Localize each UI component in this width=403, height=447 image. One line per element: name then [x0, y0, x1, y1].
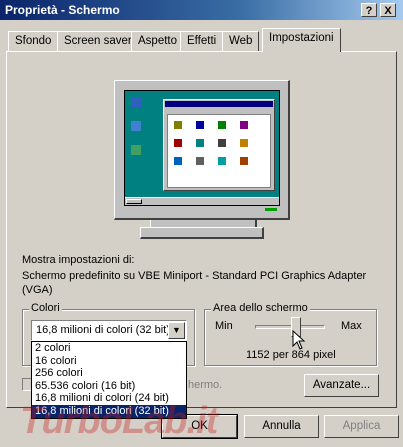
tab-impostazioni[interactable]: Impostazioni — [262, 28, 341, 52]
resolution-text: 1152 per 864 pixel — [246, 349, 336, 361]
help-button[interactable]: ? — [361, 3, 377, 17]
monitor-neck — [150, 219, 257, 227]
extend-desktop-label: hermo. — [188, 379, 223, 391]
folder-icon — [196, 121, 204, 129]
computer-icon — [131, 97, 141, 107]
color-option[interactable]: 16 colori — [32, 355, 186, 368]
folder-icon — [218, 121, 226, 129]
tab-sfondo[interactable]: Sfondo — [8, 31, 59, 51]
slider-min-label: Min — [215, 320, 233, 332]
preview-window-content — [167, 114, 271, 188]
apply-button[interactable]: Applica — [324, 415, 399, 438]
slider-max-label: Max — [341, 320, 362, 332]
display-device-suffix: (VGA) — [22, 284, 53, 296]
resolution-slider-track[interactable] — [255, 325, 325, 329]
screen-area-group-label: Area dello schermo — [211, 302, 310, 314]
chevron-down-icon[interactable]: ▼ — [168, 322, 185, 339]
advanced-button-label: Avanzate... — [312, 379, 371, 391]
close-button[interactable]: X — [380, 3, 396, 17]
colors-selected-value: 16,8 milioni di colori (32 bit) — [36, 324, 170, 336]
folder-icon — [196, 157, 204, 165]
folder-icon — [196, 139, 204, 147]
color-option[interactable]: 65.536 colori (16 bit) — [32, 380, 186, 393]
watermark-logo: TurboLab.it — [20, 400, 218, 442]
preview-window-titlebar — [165, 101, 273, 107]
preview-window — [163, 99, 275, 191]
folder-icon — [174, 157, 182, 165]
colors-group-label: Colori — [29, 302, 62, 314]
network-icon — [131, 121, 141, 131]
folder-icon — [218, 139, 226, 147]
folder-icon — [174, 121, 182, 129]
tab-aspetto[interactable]: Aspetto — [131, 31, 184, 51]
desktop-preview-screen — [124, 90, 280, 206]
preview-taskbar — [125, 197, 279, 205]
mouse-cursor-icon — [292, 330, 306, 350]
colors-combobox[interactable]: 16,8 milioni di colori (32 bit) — [31, 320, 187, 341]
advanced-button[interactable]: Avanzate... — [304, 374, 379, 397]
cancel-button[interactable]: Annulla — [244, 415, 319, 438]
folder-icon — [218, 157, 226, 165]
folder-icon — [240, 157, 248, 165]
window-title: Proprietà - Schermo — [5, 3, 120, 17]
color-option[interactable]: 256 colori — [32, 367, 186, 380]
recycle-bin-icon — [131, 145, 141, 155]
tab-effetti[interactable]: Effetti — [180, 31, 224, 51]
cancel-button-label: Annulla — [262, 420, 301, 432]
start-button-icon — [126, 199, 142, 204]
tab-web[interactable]: Web — [222, 31, 260, 51]
apply-button-label: Applica — [342, 420, 381, 432]
folder-icon — [240, 121, 248, 129]
display-device-name: Schermo predefinito su VBE Miniport - St… — [22, 270, 367, 282]
monitor-stand — [140, 227, 264, 239]
folder-icon — [174, 139, 182, 147]
display-heading: Mostra impostazioni di: — [22, 254, 135, 266]
tab-screen-saver[interactable]: Screen saver — [57, 31, 139, 51]
folder-icon — [240, 139, 248, 147]
color-option[interactable]: 2 colori — [32, 342, 186, 355]
power-led-icon — [265, 208, 277, 211]
